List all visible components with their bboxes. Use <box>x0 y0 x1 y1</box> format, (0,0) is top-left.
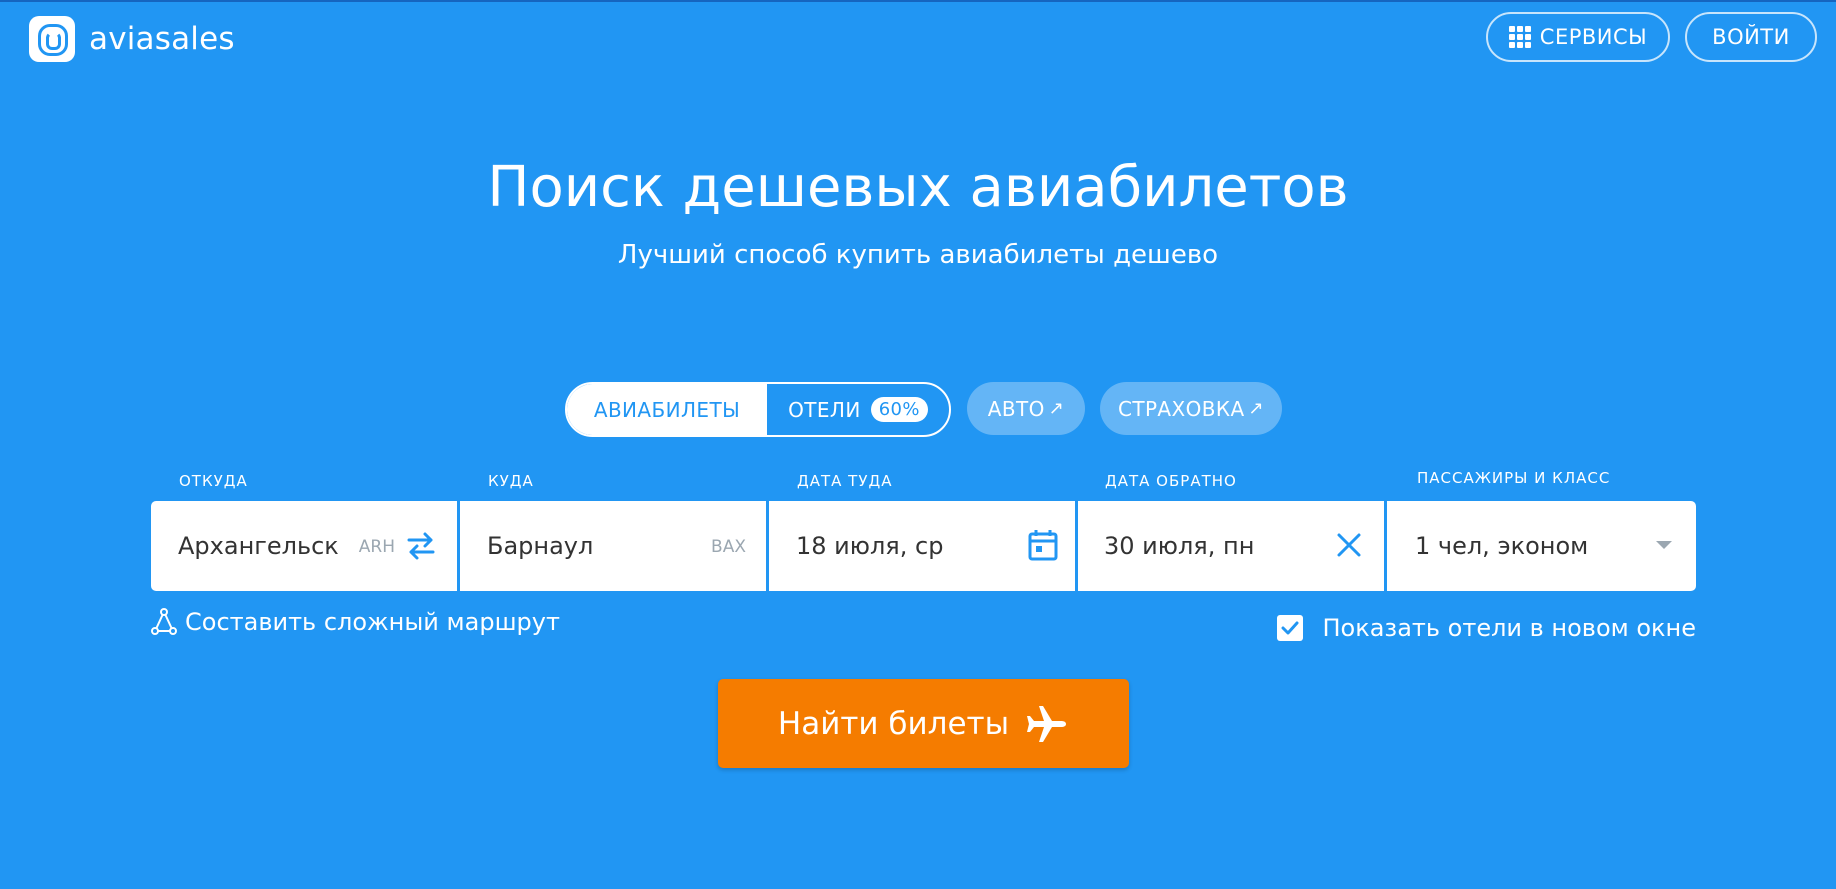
login-label: ВОЙТИ <box>1712 25 1790 49</box>
external-arrow-icon: ↗ <box>1248 398 1265 419</box>
return-date-value: 30 июля, пн <box>1104 532 1255 560</box>
top-border <box>0 0 1836 2</box>
page-subtitle: Лучший способ купить авиабилеты дешево <box>617 240 1219 270</box>
swap-arrows-icon[interactable] <box>405 530 437 562</box>
login-button[interactable]: ВОЙТИ <box>1685 12 1817 62</box>
show-hotels-option[interactable]: Показать отели в новом окне <box>1276 614 1697 642</box>
depart-label: ДАТА ТУДА <box>797 472 893 490</box>
page-title: Поиск дешевых авиабилетов <box>487 155 1349 220</box>
destination-value: Барнаул <box>487 532 594 560</box>
logo-text: aviasales <box>89 21 235 57</box>
tab-insurance[interactable]: СТРАХОВКА ↗ <box>1100 382 1282 435</box>
origin-field[interactable]: Архангельск ARH <box>151 501 457 591</box>
find-tickets-button[interactable]: Найти билеты <box>718 679 1129 768</box>
complex-route-label: Составить сложный маршрут <box>185 608 560 636</box>
tab-avia[interactable]: АВИАБИЛЕТЫ <box>567 384 767 435</box>
show-hotels-label: Показать отели в новом окне <box>1322 614 1697 642</box>
airplane-icon <box>1027 705 1067 742</box>
close-icon[interactable] <box>1336 532 1362 558</box>
tab-auto-label: АВТО <box>987 396 1045 421</box>
find-tickets-label: Найти билеты <box>777 705 1010 742</box>
passengers-field[interactable]: 1 чел, эконом <box>1387 501 1696 591</box>
return-date-field[interactable]: 30 июля, пн <box>1078 501 1384 591</box>
services-label: СЕРВИСЫ <box>1539 25 1648 49</box>
calendar-icon[interactable] <box>1028 529 1058 561</box>
return-label: ДАТА ОБРАТНО <box>1105 472 1237 490</box>
check-icon <box>1281 621 1298 635</box>
services-button[interactable]: СЕРВИСЫ <box>1486 12 1670 62</box>
tab-hotels[interactable]: ОТЕЛИ 60% <box>767 384 949 435</box>
destination-field[interactable]: Барнаул BAX <box>460 501 766 591</box>
search-type-tabs: АВИАБИЛЕТЫ ОТЕЛИ 60% <box>565 382 951 437</box>
route-nodes-icon <box>151 608 177 635</box>
logo[interactable]: aviasales <box>29 16 235 62</box>
tab-avia-label: АВИАБИЛЕТЫ <box>593 397 741 422</box>
tab-insurance-label: СТРАХОВКА <box>1117 396 1245 421</box>
aviasales-logo-icon <box>29 16 75 62</box>
passengers-value: 1 чел, эконом <box>1415 532 1589 560</box>
chevron-down-icon <box>1656 541 1672 549</box>
show-hotels-checkbox[interactable] <box>1276 615 1303 641</box>
grid-icon <box>1508 26 1531 48</box>
from-label: ОТКУДА <box>179 472 248 490</box>
depart-date-field[interactable]: 18 июля, ср <box>769 501 1075 591</box>
destination-code: BAX <box>711 537 746 557</box>
search-form: Архангельск ARH Барнаул BAX 18 июля, ср … <box>151 501 1696 591</box>
origin-code: ARH <box>358 537 395 557</box>
complex-route-link[interactable]: Составить сложный маршрут <box>151 608 560 636</box>
external-arrow-icon: ↗ <box>1048 398 1065 419</box>
origin-value: Архангельск <box>178 532 339 560</box>
to-label: КУДА <box>488 472 534 490</box>
passengers-label: ПАССАЖИРЫ И КЛАСС <box>1417 469 1611 487</box>
depart-date-value: 18 июля, ср <box>796 532 944 560</box>
tab-hotels-label: ОТЕЛИ <box>788 397 861 422</box>
discount-badge: 60% <box>870 397 928 422</box>
tab-auto[interactable]: АВТО ↗ <box>967 382 1085 435</box>
